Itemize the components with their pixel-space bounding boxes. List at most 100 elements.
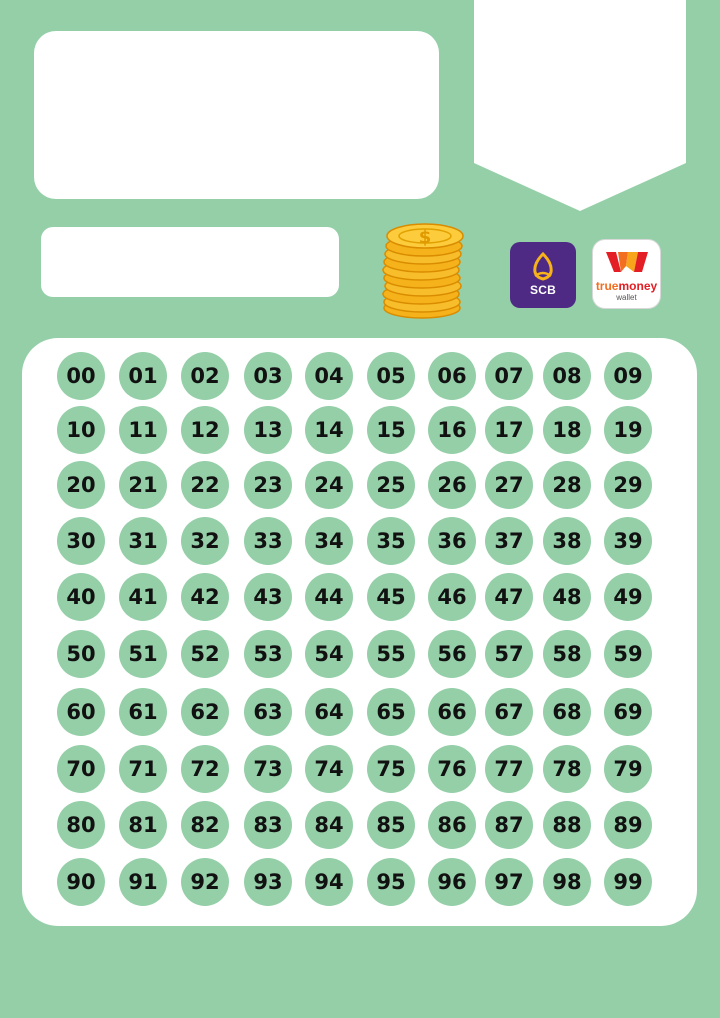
number-cell-90[interactable]: 90 <box>57 858 105 906</box>
number-cell-81[interactable]: 81 <box>119 801 167 849</box>
number-cell-02[interactable]: 02 <box>181 352 229 400</box>
number-cell-14[interactable]: 14 <box>305 406 353 454</box>
number-cell-77[interactable]: 77 <box>485 745 533 793</box>
number-cell-01[interactable]: 01 <box>119 352 167 400</box>
number-cell-52[interactable]: 52 <box>181 630 229 678</box>
number-cell-13[interactable]: 13 <box>244 406 292 454</box>
number-cell-91[interactable]: 91 <box>119 858 167 906</box>
number-cell-31[interactable]: 31 <box>119 517 167 565</box>
number-cell-12[interactable]: 12 <box>181 406 229 454</box>
number-cell-11[interactable]: 11 <box>119 406 167 454</box>
number-cell-96[interactable]: 96 <box>428 858 476 906</box>
number-cell-42[interactable]: 42 <box>181 573 229 621</box>
number-cell-46[interactable]: 46 <box>428 573 476 621</box>
number-cell-34[interactable]: 34 <box>305 517 353 565</box>
number-cell-30[interactable]: 30 <box>57 517 105 565</box>
number-cell-64[interactable]: 64 <box>305 688 353 736</box>
number-cell-73[interactable]: 73 <box>244 745 292 793</box>
number-cell-08[interactable]: 08 <box>543 352 591 400</box>
number-cell-58[interactable]: 58 <box>543 630 591 678</box>
number-cell-83[interactable]: 83 <box>244 801 292 849</box>
number-cell-97[interactable]: 97 <box>485 858 533 906</box>
number-cell-51[interactable]: 51 <box>119 630 167 678</box>
number-cell-99[interactable]: 99 <box>604 858 652 906</box>
number-cell-76[interactable]: 76 <box>428 745 476 793</box>
number-cell-59[interactable]: 59 <box>604 630 652 678</box>
number-cell-55[interactable]: 55 <box>367 630 415 678</box>
number-cell-33[interactable]: 33 <box>244 517 292 565</box>
number-cell-84[interactable]: 84 <box>305 801 353 849</box>
number-cell-24[interactable]: 24 <box>305 461 353 509</box>
number-cell-32[interactable]: 32 <box>181 517 229 565</box>
number-cell-19[interactable]: 19 <box>604 406 652 454</box>
number-cell-07[interactable]: 07 <box>485 352 533 400</box>
number-cell-28[interactable]: 28 <box>543 461 591 509</box>
number-cell-35[interactable]: 35 <box>367 517 415 565</box>
number-cell-15[interactable]: 15 <box>367 406 415 454</box>
number-cell-82[interactable]: 82 <box>181 801 229 849</box>
number-cell-87[interactable]: 87 <box>485 801 533 849</box>
number-cell-62[interactable]: 62 <box>181 688 229 736</box>
number-cell-22[interactable]: 22 <box>181 461 229 509</box>
number-cell-45[interactable]: 45 <box>367 573 415 621</box>
number-cell-47[interactable]: 47 <box>485 573 533 621</box>
number-cell-92[interactable]: 92 <box>181 858 229 906</box>
number-cell-17[interactable]: 17 <box>485 406 533 454</box>
number-cell-88[interactable]: 88 <box>543 801 591 849</box>
number-cell-53[interactable]: 53 <box>244 630 292 678</box>
number-cell-70[interactable]: 70 <box>57 745 105 793</box>
number-cell-26[interactable]: 26 <box>428 461 476 509</box>
number-cell-98[interactable]: 98 <box>543 858 591 906</box>
number-cell-48[interactable]: 48 <box>543 573 591 621</box>
number-cell-44[interactable]: 44 <box>305 573 353 621</box>
number-cell-36[interactable]: 36 <box>428 517 476 565</box>
number-cell-63[interactable]: 63 <box>244 688 292 736</box>
number-cell-21[interactable]: 21 <box>119 461 167 509</box>
number-cell-39[interactable]: 39 <box>604 517 652 565</box>
number-cell-61[interactable]: 61 <box>119 688 167 736</box>
number-cell-16[interactable]: 16 <box>428 406 476 454</box>
number-cell-78[interactable]: 78 <box>543 745 591 793</box>
number-cell-86[interactable]: 86 <box>428 801 476 849</box>
number-cell-20[interactable]: 20 <box>57 461 105 509</box>
number-cell-10[interactable]: 10 <box>57 406 105 454</box>
number-cell-49[interactable]: 49 <box>604 573 652 621</box>
number-cell-50[interactable]: 50 <box>57 630 105 678</box>
number-cell-05[interactable]: 05 <box>367 352 415 400</box>
number-cell-54[interactable]: 54 <box>305 630 353 678</box>
number-cell-09[interactable]: 09 <box>604 352 652 400</box>
number-cell-27[interactable]: 27 <box>485 461 533 509</box>
number-cell-03[interactable]: 03 <box>244 352 292 400</box>
number-cell-38[interactable]: 38 <box>543 517 591 565</box>
number-cell-66[interactable]: 66 <box>428 688 476 736</box>
number-cell-40[interactable]: 40 <box>57 573 105 621</box>
number-cell-75[interactable]: 75 <box>367 745 415 793</box>
number-cell-43[interactable]: 43 <box>244 573 292 621</box>
number-cell-68[interactable]: 68 <box>543 688 591 736</box>
number-cell-00[interactable]: 00 <box>57 352 105 400</box>
number-cell-67[interactable]: 67 <box>485 688 533 736</box>
number-cell-93[interactable]: 93 <box>244 858 292 906</box>
number-cell-72[interactable]: 72 <box>181 745 229 793</box>
number-cell-18[interactable]: 18 <box>543 406 591 454</box>
number-cell-89[interactable]: 89 <box>604 801 652 849</box>
number-cell-60[interactable]: 60 <box>57 688 105 736</box>
number-cell-94[interactable]: 94 <box>305 858 353 906</box>
number-cell-56[interactable]: 56 <box>428 630 476 678</box>
number-cell-23[interactable]: 23 <box>244 461 292 509</box>
number-cell-69[interactable]: 69 <box>604 688 652 736</box>
number-cell-71[interactable]: 71 <box>119 745 167 793</box>
number-cell-74[interactable]: 74 <box>305 745 353 793</box>
number-cell-06[interactable]: 06 <box>428 352 476 400</box>
number-cell-37[interactable]: 37 <box>485 517 533 565</box>
number-cell-25[interactable]: 25 <box>367 461 415 509</box>
number-cell-57[interactable]: 57 <box>485 630 533 678</box>
number-cell-79[interactable]: 79 <box>604 745 652 793</box>
number-cell-04[interactable]: 04 <box>305 352 353 400</box>
number-cell-95[interactable]: 95 <box>367 858 415 906</box>
number-cell-85[interactable]: 85 <box>367 801 415 849</box>
number-cell-80[interactable]: 80 <box>57 801 105 849</box>
number-cell-29[interactable]: 29 <box>604 461 652 509</box>
number-cell-41[interactable]: 41 <box>119 573 167 621</box>
number-cell-65[interactable]: 65 <box>367 688 415 736</box>
